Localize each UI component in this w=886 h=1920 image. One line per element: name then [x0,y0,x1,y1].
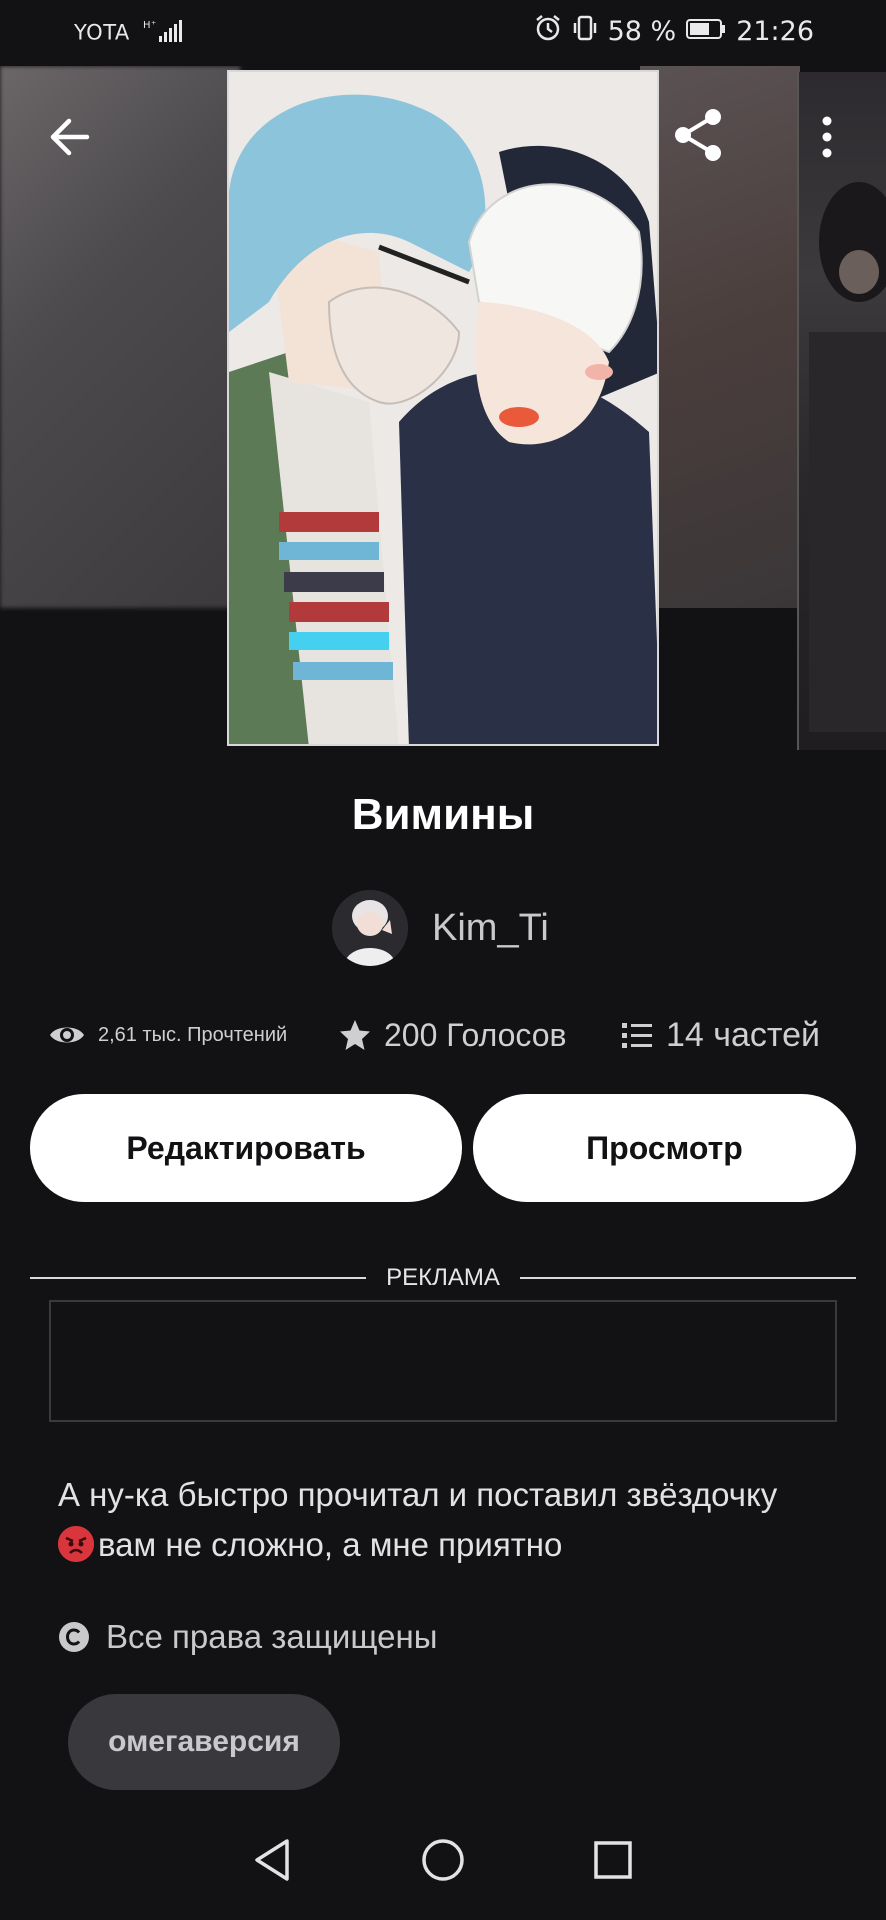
next-cover-preview[interactable] [797,72,886,750]
ad-header: РЕКЛАМА [30,1262,857,1294]
ad-banner[interactable] [49,1300,837,1422]
star-icon [340,1020,370,1050]
parts-stat: 14 частей [620,1016,820,1055]
share-icon [675,109,721,161]
reads-stat: 2,61 тыс. Прочтений [48,1022,338,1048]
triangle-back-icon [255,1839,289,1881]
vibrate-icon [572,14,598,49]
divider [519,1277,857,1279]
more-vertical-icon [822,116,832,158]
parts-count: 14 частей [666,1015,820,1054]
clock: 21:26 [736,16,814,47]
author-row[interactable]: Kim_Ti [332,890,549,966]
status-indicators: 58 % 21:26 [534,14,814,49]
list-icon [622,1023,652,1048]
battery-icon [686,16,726,47]
square-recents-icon [594,1841,632,1879]
avatar[interactable] [332,890,408,966]
tag-chip[interactable]: омегаверсия [68,1694,340,1790]
circle-home-icon [422,1839,464,1881]
eye-icon [50,1027,84,1043]
network-type-label: H⁺ [143,20,157,31]
share-button[interactable] [664,100,734,170]
signal-icon: H⁺ [143,18,185,49]
author-name[interactable]: Kim_Ti [432,907,549,950]
carrier-label: YOTA [74,20,130,45]
nav-recents-button[interactable] [583,1830,643,1890]
nav-home-button[interactable] [413,1830,473,1890]
system-nav-bar [0,1800,886,1920]
angry-face-icon [58,1526,94,1562]
copyright-text: Все права защищены [106,1618,438,1655]
cover-carousel[interactable] [0,66,886,750]
nav-back-button[interactable] [243,1830,303,1890]
description-line-1: А ну-ка быстро прочитал и поставил звёзд… [58,1476,778,1513]
copyright-icon [59,1622,89,1652]
alarm-icon [534,14,562,49]
description-line-2-row: вам не сложно, а мне приятно [58,1520,848,1570]
back-button[interactable] [34,102,104,172]
arrow-left-icon [50,118,90,156]
more-options-button[interactable] [792,102,862,172]
description-line-2: вам не сложно, а мне приятно [98,1526,563,1563]
status-carrier-group: YOTA H⁺ [74,18,185,49]
status-bar: YOTA H⁺ 58 % 21:26 [0,0,886,66]
divider [30,1277,367,1279]
copyright-row: Все права защищены [58,1618,437,1656]
votes-stat: 200 Голосов [338,1017,620,1054]
story-title: Вимины [351,790,535,839]
story-stats: 2,61 тыс. Прочтений 200 Голосов 14 часте… [48,1010,848,1060]
votes-count: 200 Голосов [384,1016,567,1053]
edit-button[interactable]: Редактировать [30,1094,462,1202]
view-button[interactable]: Просмотр [473,1094,856,1202]
ad-label: РЕКЛАМА [386,1264,500,1291]
battery-percent: 58 % [607,16,677,47]
story-cover-image[interactable] [227,70,659,746]
story-description: А ну-ка быстро прочитал и поставил звёзд… [58,1470,848,1570]
reads-count: 2,61 тыс. Прочтений [98,1023,288,1046]
